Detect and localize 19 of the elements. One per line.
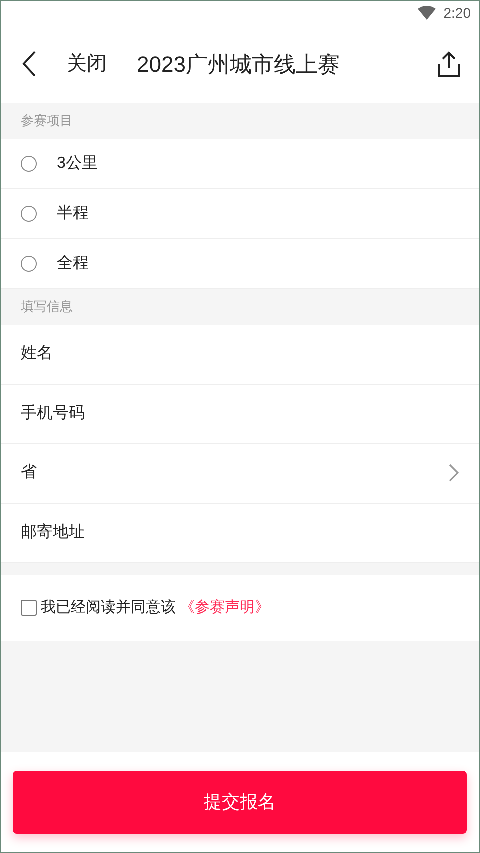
event-option[interactable]: 半程 — [1, 189, 479, 239]
select-field[interactable]: 省 — [1, 444, 479, 504]
close-button[interactable]: 关闭 — [67, 49, 107, 79]
input-field[interactable]: 手机号码 — [1, 384, 479, 444]
section-label: 填写信息 — [21, 298, 73, 316]
share-button[interactable] — [435, 49, 463, 79]
declaration-link[interactable]: 《参赛声明》 — [180, 596, 270, 620]
chevron-icon — [449, 464, 459, 482]
event-option[interactable]: 全程 — [1, 239, 479, 289]
agreement-text: 我已经阅读并同意该 — [41, 598, 176, 618]
input-field[interactable]: 邮寄地址 — [1, 504, 479, 563]
section-label: 参赛项目 — [21, 112, 73, 130]
page-title: 2023广州城市线上赛 — [137, 50, 340, 78]
status-time: 2:20 — [444, 4, 471, 22]
wifi-icon — [418, 6, 436, 20]
input-field[interactable]: 姓名 — [1, 325, 479, 384]
agree-checkbox[interactable] — [21, 600, 37, 616]
submit-button[interactable]: 提交报名 — [13, 770, 467, 834]
event-option[interactable]: 3公里 — [1, 139, 479, 189]
